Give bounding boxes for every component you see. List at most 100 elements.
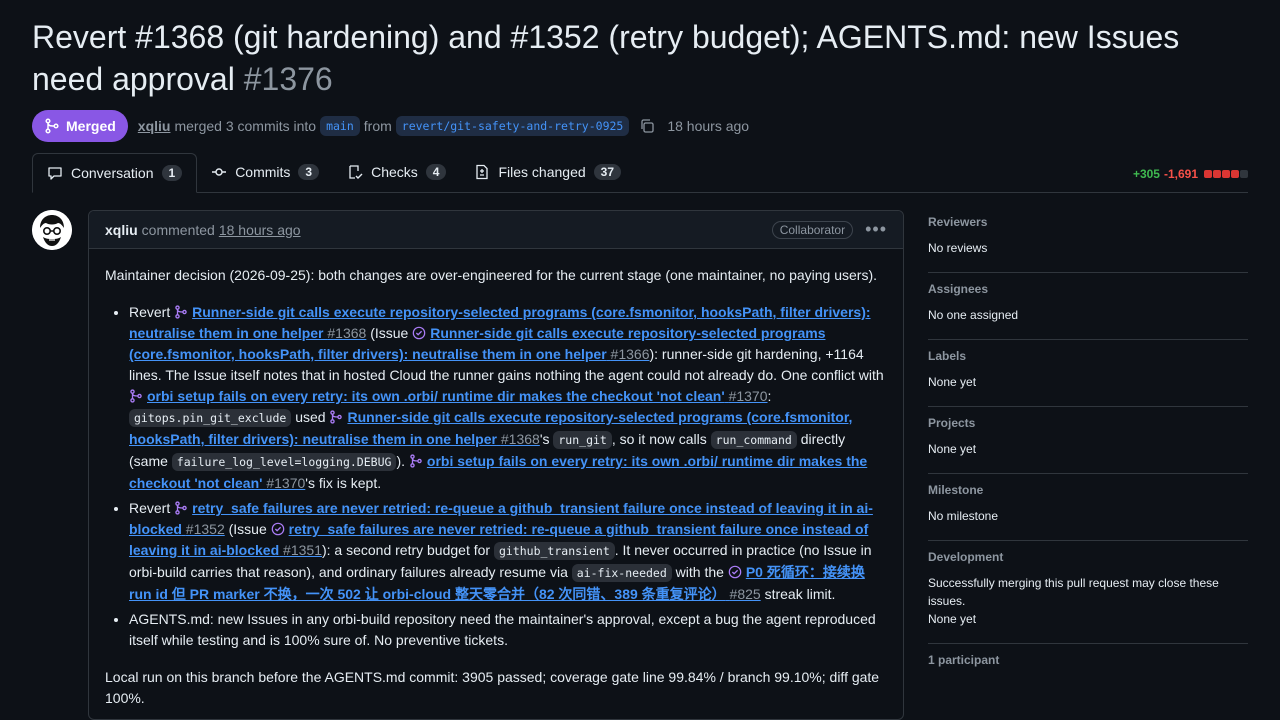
- comment-body: Maintainer decision (2026-09-25): both c…: [89, 249, 903, 709]
- base-branch[interactable]: main: [320, 116, 360, 136]
- sidebar-milestone: Milestone No milestone: [928, 474, 1248, 541]
- file-diff-icon: [476, 164, 489, 180]
- text: ).: [396, 453, 409, 469]
- issue-closed-icon: [728, 565, 742, 579]
- text: with the: [671, 564, 728, 580]
- sidebar-label[interactable]: Milestone: [928, 483, 1248, 497]
- sidebar-label[interactable]: Projects: [928, 416, 1248, 430]
- link-number: #1368: [500, 431, 540, 447]
- link-number: #1370: [266, 475, 306, 491]
- text: streak limit.: [760, 586, 836, 602]
- sidebar-labels: Labels None yet: [928, 340, 1248, 407]
- text: used: [291, 409, 330, 425]
- inline-code: run_command: [710, 431, 797, 449]
- pr-number: #1376: [243, 61, 333, 97]
- link-number: #1368: [327, 325, 367, 341]
- git-merge-icon: [130, 389, 142, 403]
- sidebar-label[interactable]: Reviewers: [928, 215, 1248, 229]
- comment-time[interactable]: 18 hours ago: [219, 222, 301, 238]
- text: (Issue: [224, 521, 271, 537]
- diffstat-block: [1231, 170, 1239, 178]
- tab-label: Conversation: [71, 165, 154, 181]
- sidebar-label: 1 participant: [928, 653, 1000, 667]
- sidebar-assignees: Assignees No one assigned: [928, 273, 1248, 340]
- copy-icon[interactable]: [639, 118, 655, 134]
- list-item: Revert retry_safe failures are never ret…: [129, 498, 887, 605]
- pr-link-1370[interactable]: orbi setup fails on every retry: its own…: [129, 388, 768, 404]
- link-number: #1351: [283, 542, 322, 558]
- git-merge-icon: [330, 410, 343, 424]
- sidebar-label[interactable]: Labels: [928, 349, 1248, 363]
- tab-commits[interactable]: Commits 3: [197, 152, 333, 192]
- head-branch[interactable]: revert/git-safety-and-retry-0925: [395, 116, 630, 136]
- sidebar-label[interactable]: Development: [928, 550, 1248, 564]
- text: ): a second retry budget for: [321, 542, 494, 558]
- sidebar-value: No reviews: [928, 241, 988, 255]
- merged-label: Merged: [66, 118, 116, 134]
- from-text: from: [363, 118, 392, 134]
- sidebar-label[interactable]: Assignees: [928, 282, 1248, 296]
- tab-count: 3: [298, 164, 320, 180]
- link-title: orbi setup fails on every retry: its own…: [147, 388, 725, 404]
- git-merge-icon: [45, 118, 59, 134]
- link-number: #1366: [610, 346, 650, 362]
- tab-checks[interactable]: Checks 4: [333, 152, 460, 192]
- list-item: Revert Runner-side git calls execute rep…: [129, 302, 887, 494]
- sidebar-note: Successfully merging this pull request m…: [928, 576, 1219, 608]
- diffstat-block: [1222, 170, 1230, 178]
- pr-title-text: Revert #1368 (git hardening) and #1352 (…: [32, 19, 1180, 97]
- tab-label: Checks: [371, 164, 418, 180]
- comment-card: xqliu commented 18 hours ago Collaborato…: [88, 210, 904, 720]
- comment-outro: Local run on this branch before the AGEN…: [105, 669, 880, 706]
- page: Revert #1368 (git hardening) and #1352 (…: [32, 0, 1248, 720]
- role-badge: Collaborator: [771, 220, 854, 239]
- sidebar-value: None yet: [928, 612, 977, 626]
- inline-code: failure_log_level=logging.DEBUG: [171, 453, 397, 471]
- comment-author[interactable]: xqliu: [105, 222, 138, 238]
- diffstat-block: [1240, 170, 1248, 178]
- diffstat-block: [1204, 170, 1212, 178]
- inline-code: github_transient: [493, 542, 615, 560]
- pr-author-link[interactable]: xqliu: [138, 118, 171, 134]
- git-merge-icon: [175, 501, 187, 515]
- text: Revert: [129, 304, 175, 320]
- tab-label: Files changed: [498, 164, 586, 180]
- tab-count: 4: [425, 164, 447, 180]
- sidebar-value: No one assigned: [928, 308, 1019, 322]
- link-number: #825: [729, 586, 761, 602]
- comment-intro: Maintainer decision (2026-09-25): both c…: [105, 267, 878, 283]
- merged-time: 18 hours ago: [667, 118, 750, 134]
- link-number: #1352: [185, 521, 225, 537]
- comment-header: xqliu commented 18 hours ago Collaborato…: [89, 211, 903, 249]
- diffstat-block: [1213, 170, 1221, 178]
- comment-list: Revert Runner-side git calls execute rep…: [105, 302, 887, 651]
- inline-code: gitops.pin_git_exclude: [129, 409, 292, 427]
- comment-icon: [48, 167, 62, 180]
- sidebar-projects: Projects None yet: [928, 407, 1248, 474]
- kebab-menu-icon[interactable]: •••: [865, 219, 887, 240]
- inline-code: ai-fix-needed: [571, 564, 672, 582]
- merged-badge: Merged: [32, 110, 128, 142]
- tab-label: Commits: [235, 164, 291, 180]
- text: Revert: [129, 500, 175, 516]
- avatar-face-icon: [32, 210, 72, 250]
- inline-code: run_git: [553, 431, 612, 449]
- sidebar-value: None yet: [928, 375, 977, 389]
- merged-text: merged 3 commits into: [174, 118, 317, 134]
- sidebar-development: Development Successfully merging this pu…: [928, 541, 1248, 644]
- list-item: AGENTS.md: new Issues in any orbi-build …: [129, 609, 887, 651]
- avatar[interactable]: [32, 210, 72, 250]
- text: (Issue: [366, 325, 413, 341]
- pr-tabs: Conversation 1 Commits 3 Checks 4 Files …: [32, 153, 1248, 193]
- diffstat: +305 -1,691: [1133, 167, 1248, 181]
- diffstat-blocks: [1204, 170, 1248, 178]
- git-merge-icon: [410, 454, 422, 468]
- sidebar: Reviewers No reviews Assignees No one as…: [928, 206, 1248, 692]
- issue-closed-icon: [271, 522, 284, 536]
- git-merge-icon: [175, 305, 187, 319]
- tab-conversation[interactable]: Conversation 1: [32, 153, 198, 193]
- text: , so it now calls: [611, 431, 711, 447]
- tab-files-changed[interactable]: Files changed 37: [460, 152, 635, 192]
- sidebar-value: None yet: [928, 442, 977, 456]
- text: 's fix is kept.: [305, 475, 382, 491]
